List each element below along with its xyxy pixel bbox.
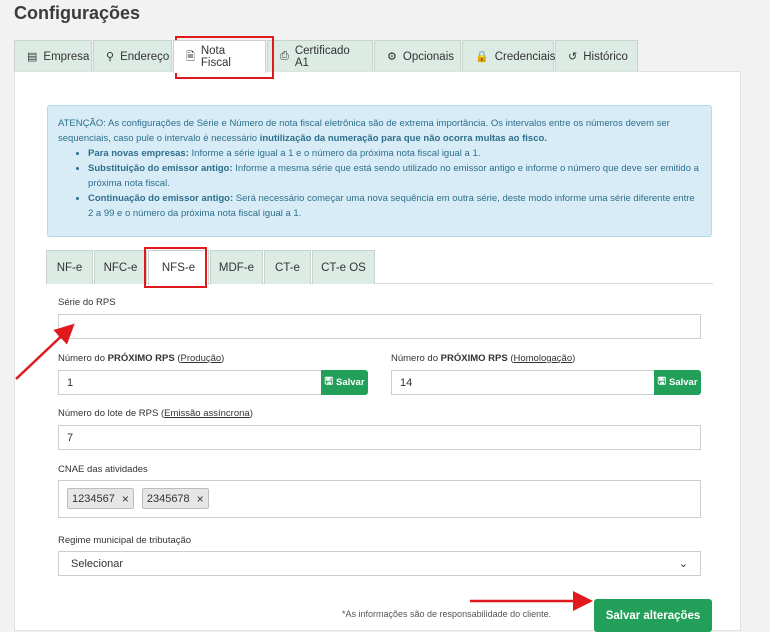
cnae-chip: 1234567 × bbox=[67, 488, 134, 509]
floppy-disk-icon: 🖫 bbox=[657, 376, 666, 387]
regime-label: Regime municipal de tributação bbox=[58, 535, 192, 546]
hom-number-input[interactable]: 14 bbox=[391, 370, 655, 395]
building-icon: ▤ bbox=[27, 51, 38, 63]
alert-item-title: Substituição do emissor antigo: bbox=[88, 163, 233, 174]
settings-panel: ATENÇÃO: As configurações de Série e Núm… bbox=[14, 71, 741, 632]
alert-intro: ATENÇÃO: As configurações de Série e Núm… bbox=[58, 116, 701, 146]
lote-label: Número do lote de RPS (Emissão assíncron… bbox=[58, 408, 253, 419]
save-prod-button[interactable]: 🖫 Salvar bbox=[321, 370, 368, 395]
alert-item-text: Informe a série igual a 1 e o número da … bbox=[191, 148, 481, 159]
tab-credenciais[interactable]: 🔒 Credenciais bbox=[462, 40, 556, 72]
warning-alert: ATENÇÃO: As configurações de Série e Núm… bbox=[47, 105, 712, 237]
label-env: Homologação bbox=[513, 353, 573, 364]
tab-cte[interactable]: CT-e bbox=[264, 250, 311, 284]
chevron-down-icon: ⌄ bbox=[678, 558, 688, 570]
page-title: Configurações bbox=[14, 3, 141, 23]
map-pin-icon: ⚲ bbox=[106, 51, 115, 63]
alert-item: Substituição do emissor antigo: Informe … bbox=[88, 161, 701, 191]
tab-label: Certificado A1 bbox=[294, 44, 350, 69]
label-strong: PRÓXIMO RPS bbox=[107, 353, 175, 364]
cnae-chip: 2345678 × bbox=[141, 488, 209, 509]
cnae-tag-input[interactable]: 1234567 × 2345678 × bbox=[58, 480, 701, 518]
history-icon: ↺ bbox=[568, 51, 578, 63]
alert-item: Para novas empresas: Informe a série igu… bbox=[88, 146, 701, 161]
label-env: Emissão assíncrona bbox=[164, 408, 250, 419]
alert-item-title: Para novas empresas: bbox=[88, 148, 189, 159]
save-hom-button[interactable]: 🖫 Salvar bbox=[654, 370, 701, 395]
label-strong: PRÓXIMO RPS bbox=[440, 353, 508, 364]
tab-nota-fiscal[interactable]: 🗎 Nota Fiscal bbox=[173, 40, 266, 73]
save-changes-button[interactable]: Salvar alterações bbox=[594, 599, 712, 632]
chip-label: 1234567 bbox=[72, 492, 115, 505]
alert-item: Continuação do emissor antigo: Será nece… bbox=[88, 191, 701, 221]
printer-icon: ⎙ bbox=[280, 50, 289, 62]
top-tabs: ▤ Empresa ⚲ Endereço 🗎 Nota Fiscal ⎙ Certifi… bbox=[14, 40, 639, 73]
document-type-tabs: NF-e NFC-e NFS-e MDF-e CT-e CT-e OS bbox=[46, 250, 713, 285]
save-label: Salvar bbox=[669, 377, 698, 388]
remove-chip-icon[interactable]: × bbox=[122, 492, 129, 506]
save-label: Salvar bbox=[336, 377, 365, 388]
tab-label: Endereço bbox=[120, 50, 170, 63]
tab-mdfe[interactable]: MDF-e bbox=[210, 250, 263, 284]
tab-historico[interactable]: ↺ Histórico bbox=[555, 40, 638, 72]
alert-list: Para novas empresas: Informe a série igu… bbox=[88, 146, 701, 221]
hom-label: Número do PRÓXIMO RPS (Homologação) bbox=[391, 353, 575, 364]
tab-opcionais[interactable]: ⚙ Opcionais bbox=[374, 40, 461, 72]
label-text: ) bbox=[572, 353, 576, 364]
label-text: Número do bbox=[58, 353, 108, 364]
prod-number-input[interactable]: 1 bbox=[58, 370, 322, 395]
alert-item-title: Continuação do emissor antigo: bbox=[88, 193, 234, 204]
label-text: ) bbox=[221, 353, 225, 364]
tab-label: Nota Fiscal bbox=[200, 45, 231, 69]
tab-nfe[interactable]: NF-e bbox=[46, 250, 93, 284]
label-env: Produção bbox=[180, 353, 222, 364]
responsibility-note: *As informações são de responsabilidade … bbox=[342, 609, 552, 619]
tab-nfce[interactable]: NFC-e bbox=[94, 250, 147, 284]
chip-label: 2345678 bbox=[146, 492, 190, 505]
tab-cte-os[interactable]: CT-e OS bbox=[312, 250, 375, 284]
select-value: Selecionar bbox=[71, 557, 123, 570]
label-text: Número do bbox=[391, 353, 441, 364]
gear-icon: ⚙ bbox=[387, 51, 397, 63]
cnae-label: CNAE das atividades bbox=[58, 464, 148, 475]
remove-chip-icon[interactable]: × bbox=[197, 492, 204, 506]
label-text: ) bbox=[249, 408, 253, 419]
tab-label: Empresa bbox=[43, 50, 90, 63]
tab-empresa[interactable]: ▤ Empresa bbox=[14, 40, 92, 72]
tab-label: Opcionais bbox=[402, 50, 455, 63]
alert-heading: ATENÇÃO: bbox=[58, 118, 106, 129]
tab-nfse[interactable]: NFS-e bbox=[148, 250, 209, 285]
tab-certificado-a1[interactable]: ⎙ Certificado A1 bbox=[267, 40, 373, 72]
serie-input[interactable] bbox=[58, 314, 701, 339]
lote-input[interactable]: 7 bbox=[58, 425, 701, 450]
floppy-disk-icon: 🖫 bbox=[324, 376, 333, 387]
prod-label: Número do PRÓXIMO RPS (Produção) bbox=[58, 353, 224, 364]
tab-label: Histórico bbox=[583, 50, 628, 63]
document-icon: 🗎 bbox=[186, 50, 195, 63]
alert-strong: inutilização da numeração para que não o… bbox=[259, 133, 547, 144]
tab-label: Credenciais bbox=[494, 50, 556, 63]
tab-endereco[interactable]: ⚲ Endereço bbox=[93, 40, 172, 72]
lock-icon: 🔒 bbox=[475, 51, 489, 63]
serie-label: Série do RPS bbox=[58, 297, 116, 308]
label-text: Número do lote de RPS ( bbox=[58, 408, 165, 419]
regime-select[interactable]: Selecionar ⌄ bbox=[58, 551, 701, 576]
